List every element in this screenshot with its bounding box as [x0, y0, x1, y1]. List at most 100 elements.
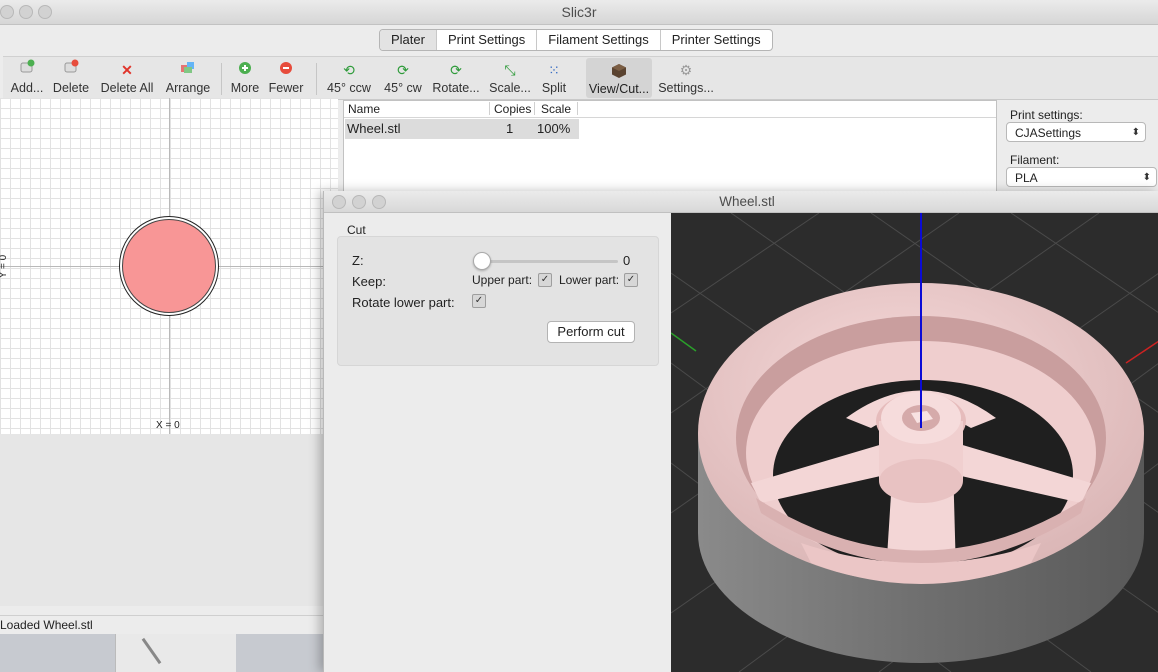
print-settings-value: CJASettings	[1015, 126, 1082, 140]
scale-icon: ⤡	[504, 62, 516, 78]
object-name: Wheel.stl	[347, 121, 401, 136]
tab-filament-settings[interactable]: Filament Settings	[536, 30, 659, 50]
z-label: Z:	[352, 253, 364, 268]
print-settings-label: Print settings:	[1010, 108, 1083, 122]
column-divider	[577, 102, 578, 115]
rotate-ccw-button[interactable]: ⟲ 45° ccw	[323, 59, 375, 97]
toolbar: Add... Delete ✕ Delete All Arrange More …	[3, 56, 1158, 100]
column-copies[interactable]: Copies	[494, 102, 531, 116]
print-settings-select[interactable]: CJASettings ⬍	[1006, 122, 1146, 142]
view-cut-button[interactable]: View/Cut...	[586, 58, 652, 98]
tab-plater[interactable]: Plater	[380, 30, 436, 50]
checkmark-icon: ✓	[626, 274, 636, 285]
arrange-button-label: Arrange	[165, 81, 211, 95]
delete-all-button-label: Delete All	[100, 81, 154, 95]
fewer-button-label: Fewer	[268, 81, 304, 95]
arrange-icon	[162, 59, 214, 81]
object-copies: 1	[506, 121, 514, 136]
view-cut-label: View/Cut...	[588, 82, 650, 96]
status-bar: Loaded Wheel.stl	[0, 615, 330, 635]
settings-panel: Print settings: CJASettings ⬍ Filament: …	[1000, 100, 1158, 195]
keep-label: Keep:	[352, 274, 386, 289]
x-axis-label: X = 0	[156, 420, 180, 431]
split-button-label: Split	[541, 81, 567, 95]
rotate-cw-label: 45° cw	[384, 81, 422, 95]
rotate-ccw-label: 45° ccw	[327, 81, 371, 95]
object-list-header: Name Copies Scale	[344, 101, 996, 118]
rotate-lower-checkbox[interactable]: ✓	[472, 294, 486, 308]
rotate-lower-label: Rotate lower part:	[352, 295, 455, 310]
window-title: Slic3r	[561, 4, 597, 20]
tab-bar: Plater Print Settings Filament Settings …	[379, 29, 773, 51]
background-window	[115, 634, 236, 672]
z-slider-thumb[interactable]	[473, 252, 491, 270]
dialog-title-bar: Wheel.stl	[324, 191, 1158, 213]
table-row[interactable]: Wheel.stl 1 100%	[345, 119, 579, 139]
scale-button[interactable]: ⤡ Scale...	[488, 59, 532, 97]
lower-part-label: Lower part:	[559, 273, 620, 287]
plus-icon	[229, 59, 261, 81]
more-button[interactable]: More	[229, 59, 261, 97]
more-button-label: More	[230, 81, 260, 95]
z-slider-track[interactable]	[476, 260, 618, 263]
tab-printer-settings[interactable]: Printer Settings	[659, 30, 772, 50]
y-axis-label: Y = 0	[0, 255, 9, 278]
toolbar-separator	[221, 63, 222, 95]
wheel-3d-render	[671, 213, 1158, 672]
upper-part-label: Upper part:	[472, 273, 533, 287]
upper-part-checkbox[interactable]: ✓	[538, 273, 552, 287]
add-object-icon	[8, 59, 46, 81]
cube-icon	[611, 63, 627, 82]
rotate-ccw-icon: ⟲	[343, 62, 355, 78]
rotate-cw-button[interactable]: ⟳ 45° cw	[381, 59, 425, 97]
delete-all-icon: ✕	[121, 62, 133, 78]
cut-dialog: Wheel.stl Cut Z: 0 Keep: Upper part: ✓ L…	[323, 191, 1158, 672]
desktop-background	[0, 634, 330, 672]
column-name[interactable]: Name	[348, 102, 380, 116]
toolbar-separator	[316, 63, 317, 95]
minus-icon	[268, 59, 304, 81]
tab-print-settings[interactable]: Print Settings	[435, 30, 536, 50]
object-scale: 100%	[537, 121, 571, 136]
z-value: 0	[623, 253, 631, 268]
plater-empty-area	[0, 434, 338, 606]
delete-object-icon	[51, 59, 91, 81]
filament-label: Filament:	[1010, 153, 1060, 167]
fewer-button[interactable]: Fewer	[268, 59, 304, 97]
title-bar: Slic3r	[0, 0, 1158, 25]
object-list[interactable]: Name Copies Scale Wheel.stl 1 100%	[343, 100, 997, 194]
rotate-button[interactable]: ⟳ Rotate...	[431, 59, 481, 97]
dialog-title: Wheel.stl	[719, 194, 775, 209]
gear-icon: ⚙	[679, 62, 693, 78]
rotate-button-label: Rotate...	[432, 81, 480, 95]
select-arrows-icon: ⬍	[1131, 127, 1140, 138]
arrange-button[interactable]: Arrange	[162, 59, 214, 97]
delete-all-button[interactable]: ✕ Delete All	[98, 59, 156, 97]
scale-button-label: Scale...	[489, 81, 531, 95]
delete-button-label: Delete	[52, 81, 90, 95]
column-divider	[534, 102, 535, 115]
perform-cut-button[interactable]: Perform cut	[547, 321, 635, 343]
3d-preview[interactable]	[671, 213, 1158, 672]
status-text: Loaded Wheel.stl	[0, 618, 93, 632]
split-icon: ⁙	[548, 62, 560, 78]
plater-canvas[interactable]: Y = 0 X = 0	[0, 98, 338, 434]
rotate-icon: ⟳	[450, 62, 462, 78]
delete-button[interactable]: Delete	[51, 59, 91, 97]
cut-group-label: Cut	[347, 223, 366, 237]
column-divider	[489, 102, 490, 115]
split-button[interactable]: ⁙ Split	[538, 59, 570, 97]
checkmark-icon: ✓	[474, 295, 484, 306]
checkmark-icon: ✓	[540, 274, 550, 285]
settings-button[interactable]: ⚙ Settings...	[656, 59, 716, 97]
add-button-label: Add...	[10, 81, 44, 95]
lower-part-checkbox[interactable]: ✓	[624, 273, 638, 287]
wheel-object[interactable]	[122, 219, 216, 313]
select-arrows-icon: ⬍	[1142, 172, 1151, 183]
rotate-cw-icon: ⟳	[397, 62, 409, 78]
column-scale[interactable]: Scale	[541, 102, 571, 116]
filament-value: PLA	[1015, 171, 1038, 185]
add-button[interactable]: Add...	[8, 59, 46, 97]
filament-select[interactable]: PLA ⬍	[1006, 167, 1157, 187]
cut-group: Z: 0 Keep: Upper part: ✓ Lower part: ✓ R…	[337, 236, 659, 366]
